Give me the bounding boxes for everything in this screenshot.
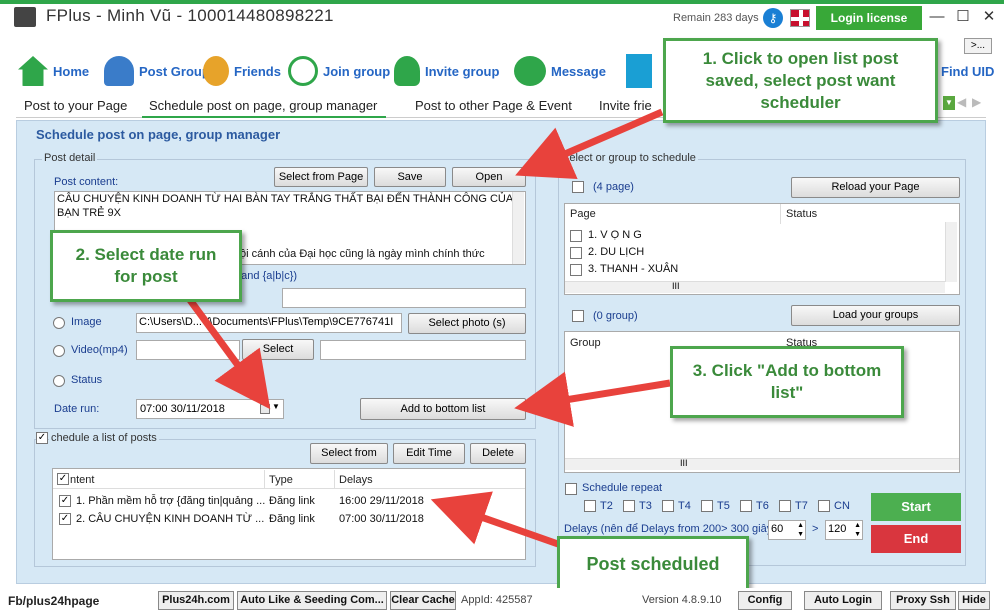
callout-open-list: 1. Click to open list post saved, select… (663, 38, 938, 123)
app-id: AppId: 425587 (461, 594, 533, 606)
config-button[interactable]: Config (738, 591, 792, 610)
arrow-to-scheduled-rows (430, 491, 560, 548)
arrow-to-open-button (515, 108, 664, 180)
fanpage-link[interactable]: Fb/plus24hpage (8, 594, 99, 608)
plus24h-link-button[interactable]: Plus24h.com (158, 591, 234, 610)
callout-select-date: 2. Select date run for post (50, 230, 242, 302)
auto-login-button[interactable]: Auto Login (804, 591, 882, 610)
version-label: Version 4.8.9.10 (642, 594, 722, 606)
proxy-ssh-button[interactable]: Proxy Ssh (890, 591, 956, 610)
callout-add-to-bottom: 3. Click "Add to bottom list" (670, 346, 904, 418)
hide-button[interactable]: Hide (958, 591, 990, 610)
arrow-to-date-picker (187, 297, 271, 410)
callout-post-scheduled: Post scheduled (557, 536, 749, 592)
auto-like-seeding-button[interactable]: Auto Like & Seeding Com... (237, 591, 387, 610)
arrow-to-add-button (514, 371, 671, 427)
clear-cache-button[interactable]: Clear Cache (390, 591, 456, 610)
